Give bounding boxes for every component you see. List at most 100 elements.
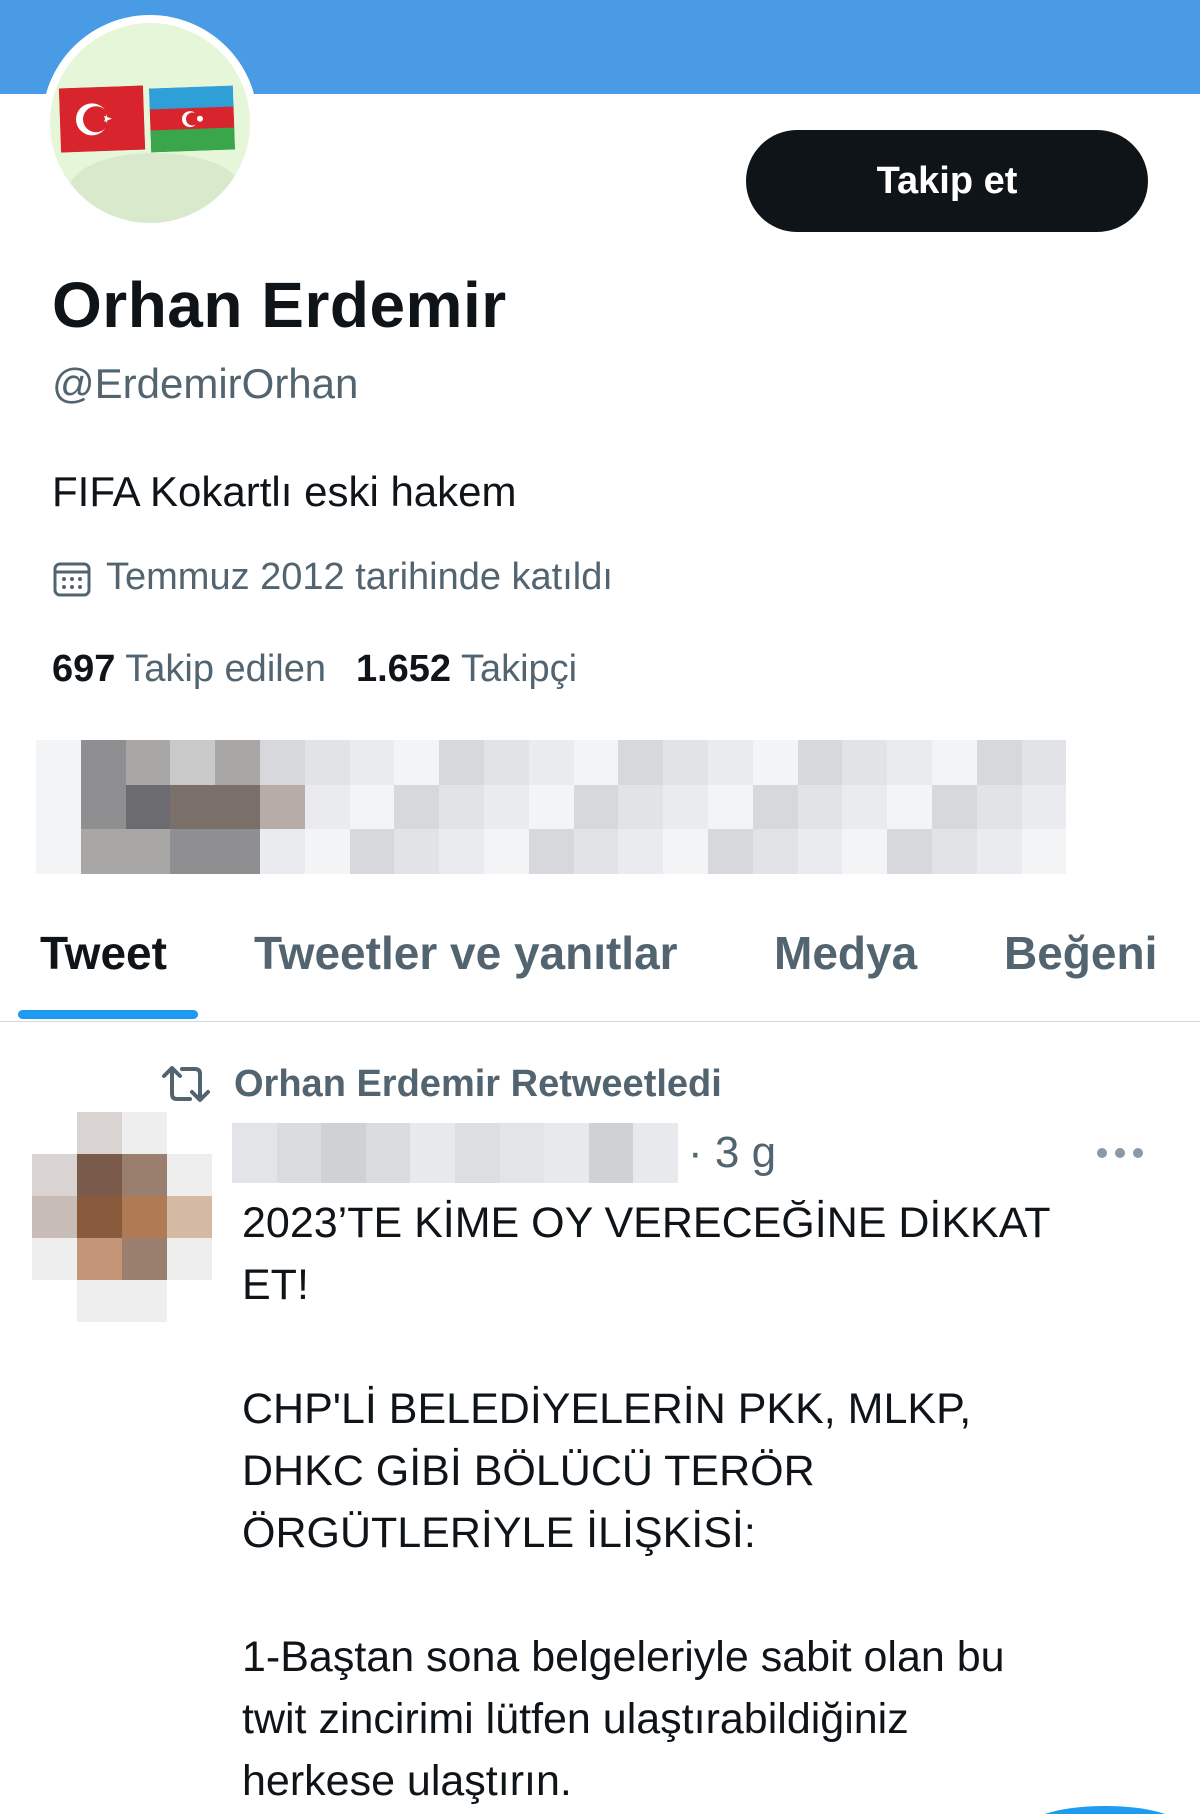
blur-pixel [215, 740, 260, 785]
blur-pixel [259, 784, 305, 830]
blur-pixel [349, 829, 395, 874]
blur-pixel [588, 1123, 634, 1183]
blur-pixel [304, 740, 350, 785]
azerbaijan-flag-image [148, 85, 236, 153]
follow-button[interactable]: Takip et [746, 130, 1148, 232]
blur-pixel [976, 784, 1022, 830]
blur-pixel [32, 1280, 77, 1322]
blur-pixel [707, 784, 753, 830]
tab-tweet[interactable]: Tweet [40, 926, 167, 980]
blur-pixel [454, 1123, 500, 1183]
blur-pixel [618, 740, 664, 785]
tweet-author-avatar-blurred[interactable] [32, 1112, 212, 1322]
blur-pixel [167, 1112, 212, 1154]
blur-pixel [167, 1154, 212, 1196]
blur-pixel [125, 784, 171, 830]
blur-pixel [77, 1196, 122, 1238]
blur-pixel [633, 1123, 678, 1183]
blur-pixel [215, 829, 260, 874]
blur-pixel [215, 784, 260, 830]
followers-label: Takipçi [460, 648, 578, 690]
blurred-followers-you-know[interactable] [36, 740, 1067, 874]
retweet-context[interactable]: Orhan Erdemir Retweetledi [158, 1062, 722, 1106]
blur-pixel [321, 1123, 366, 1183]
followers-count: 1.652 [355, 648, 452, 690]
blur-pixel [1021, 829, 1067, 874]
tab-media[interactable]: Medya [774, 926, 917, 980]
blur-pixel [483, 740, 529, 785]
joined-text: Temmuz 2012 tarihinde katıldı [106, 556, 613, 598]
blur-pixel [887, 740, 932, 785]
retweet-label: Orhan Erdemir Retweetledi [234, 1062, 722, 1105]
blur-pixel [259, 740, 305, 785]
blur-pixel [976, 829, 1022, 874]
followers-link[interactable]: 1.652 Takipçi [356, 648, 577, 690]
blur-pixel [394, 784, 440, 830]
blur-pixel [77, 1154, 122, 1196]
blur-pixel [122, 1154, 167, 1196]
blur-pixel [125, 740, 171, 785]
profile-avatar[interactable] [42, 15, 258, 231]
blur-pixel [931, 740, 977, 785]
following-link[interactable]: 697 Takip edilen [52, 648, 326, 690]
blur-pixel [77, 1112, 122, 1154]
tab-likes[interactable]: Beğeni [1004, 926, 1157, 980]
blur-pixel [752, 740, 798, 785]
blur-pixel [499, 1123, 545, 1183]
tweet-author-name-blurred[interactable] [232, 1123, 678, 1183]
blur-pixel [122, 1238, 167, 1280]
blur-pixel [663, 740, 708, 785]
blur-pixel [36, 829, 81, 874]
blur-pixel [618, 829, 664, 874]
blur-pixel [32, 1154, 77, 1196]
blur-pixel [77, 1238, 122, 1280]
blur-pixel [663, 784, 708, 830]
blur-pixel [752, 784, 798, 830]
blur-pixel [663, 829, 708, 874]
tab-tweets-and-replies[interactable]: Tweetler ve yanıtlar [254, 926, 678, 980]
blur-pixel [976, 740, 1022, 785]
blur-pixel [439, 784, 484, 830]
following-label: Takip edilen [125, 648, 326, 690]
blur-pixel [842, 784, 888, 830]
blur-pixel [483, 829, 529, 874]
blur-pixel [394, 740, 440, 785]
blur-pixel [304, 784, 350, 830]
turkey-flag-image [58, 85, 146, 153]
blur-pixel [394, 829, 440, 874]
blur-pixel [80, 740, 126, 785]
blur-pixel [259, 829, 305, 874]
blur-pixel [1021, 740, 1067, 785]
blur-pixel [349, 784, 395, 830]
blur-pixel [797, 740, 843, 785]
blur-pixel [170, 740, 216, 785]
blur-pixel [167, 1196, 212, 1238]
blur-pixel [707, 829, 753, 874]
blur-pixel [483, 784, 529, 830]
blur-pixel [439, 740, 484, 785]
blur-pixel [842, 829, 888, 874]
profile-tabs: Tweet Tweetler ve yanıtlar Medya Beğeni [0, 900, 1200, 1022]
blur-pixel [931, 784, 977, 830]
blur-pixel [36, 740, 81, 785]
blur-pixel [528, 740, 574, 785]
tweet-text: 2023’TE KİME OY VERECEĞİNE DİKKAT ET! CH… [242, 1192, 1142, 1814]
blur-pixel [887, 784, 932, 830]
profile-name: Orhan Erdemir [52, 269, 507, 341]
blur-pixel [752, 829, 798, 874]
blur-pixel [544, 1123, 589, 1183]
blur-pixel [122, 1280, 167, 1322]
tweet-time[interactable]: · 3 g [688, 1128, 776, 1178]
blur-pixel [304, 829, 350, 874]
more-icon[interactable] [1094, 1142, 1146, 1164]
active-tab-indicator [18, 1010, 198, 1019]
blur-pixel [276, 1123, 322, 1183]
following-count: 697 [52, 648, 116, 690]
blur-pixel [122, 1112, 167, 1154]
blur-pixel [167, 1238, 212, 1280]
blur-pixel [410, 1123, 455, 1183]
blur-pixel [232, 1123, 277, 1183]
profile-handle: @ErdemirOrhan [52, 360, 359, 407]
tweet-paragraph: CHP'Lİ BELEDİYELERİN PKK, MLKP, DHKC GİB… [242, 1385, 972, 1557]
retweet-icon [162, 1066, 210, 1102]
